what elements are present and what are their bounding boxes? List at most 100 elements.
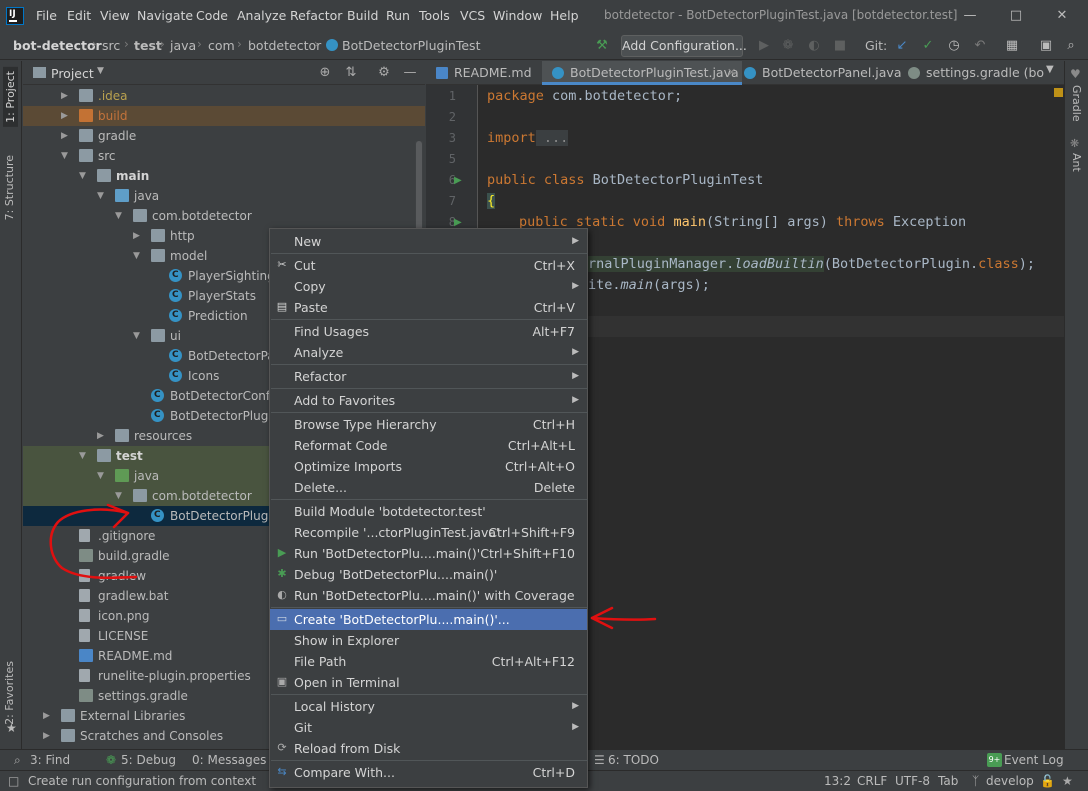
tree-item[interactable]: ▼ main xyxy=(23,166,425,186)
gear-icon[interactable]: ⚙ xyxy=(375,64,393,82)
breadcrumb-com[interactable]: com xyxy=(208,38,235,53)
chevron-down-icon[interactable]: ▼ xyxy=(61,146,68,166)
project-view-selector[interactable]: Project xyxy=(51,66,94,81)
breadcrumb-project[interactable]: bot-detector xyxy=(13,38,102,53)
tab-botdetectorpanel[interactable]: BotDetectorPanel.java xyxy=(734,61,901,85)
menu-item-run-botdetectorplu-main[interactable]: ▶ Run 'BotDetectorPlu....main()' Ctrl+Shif… xyxy=(270,543,587,564)
warning-marker-icon[interactable] xyxy=(1054,88,1063,97)
project-structure-icon[interactable]: ▦ xyxy=(1003,37,1021,55)
menu-item-build-module-botdetector-test[interactable]: Build Module 'botdetector.test' xyxy=(270,501,587,522)
indent-setting[interactable]: Tab xyxy=(938,774,958,788)
tool-window-ant-tab[interactable]: Ant xyxy=(1070,153,1083,172)
maximize-icon[interactable]: □ xyxy=(1001,4,1031,28)
tool-debug-tab[interactable]: 5: Debug xyxy=(121,753,176,767)
menu-item-run-botdetectorplu-main-with-coverage[interactable]: ◐ Run 'BotDetectorPlu....main()' with Cov… xyxy=(270,585,587,606)
menu-help[interactable]: Help xyxy=(550,8,579,23)
tree-item[interactable]: ▶ build xyxy=(23,106,425,126)
menu-item-add-to-favorites[interactable]: Add to Favorites ▶ xyxy=(270,390,587,411)
menu-item-reformat-code[interactable]: Reformat Code Ctrl+Alt+L xyxy=(270,435,587,456)
menu-navigate[interactable]: Navigate xyxy=(137,8,193,23)
git-update-icon[interactable]: ↙ xyxy=(893,37,911,55)
menu-item-analyze[interactable]: Analyze ▶ xyxy=(270,342,587,363)
menu-item-local-history[interactable]: Local History ▶ xyxy=(270,696,587,717)
menu-item-git[interactable]: Git ▶ xyxy=(270,717,587,738)
file-encoding[interactable]: UTF-8 xyxy=(895,774,930,788)
menu-item-show-in-explorer[interactable]: Show in Explorer xyxy=(270,630,587,651)
menu-item-copy[interactable]: Copy ▶ xyxy=(270,276,587,297)
menu-analyze[interactable]: Analyze xyxy=(237,8,286,23)
tool-window-gradle-tab[interactable]: Gradle xyxy=(1070,85,1083,122)
chevron-down-icon[interactable]: ▼ xyxy=(79,166,86,186)
git-history-icon[interactable]: ◷ xyxy=(945,37,963,55)
menu-item-new[interactable]: New ▶ xyxy=(270,231,587,252)
tree-item[interactable]: ▼ com.botdetector xyxy=(23,206,425,226)
menu-view[interactable]: View xyxy=(100,8,130,23)
notifications-icon[interactable]: ★ xyxy=(1062,774,1073,788)
menu-item-optimize-imports[interactable]: Optimize Imports Ctrl+Alt+O xyxy=(270,456,587,477)
menu-item-find-usages[interactable]: Find Usages Alt+F7 xyxy=(270,321,587,342)
minimize-icon[interactable]: — xyxy=(955,4,985,28)
chevron-right-icon[interactable]: ▶ xyxy=(43,726,50,746)
chevron-right-icon[interactable]: ▶ xyxy=(61,126,68,146)
tab-readme[interactable]: README.md xyxy=(426,61,542,85)
chevron-right-icon[interactable]: ▶ xyxy=(133,226,140,246)
tool-messages-tab[interactable]: 0: Messages xyxy=(192,753,266,767)
chevron-down-icon[interactable]: ▼ xyxy=(97,186,104,206)
caret-position[interactable]: 13:2 xyxy=(824,774,851,788)
chevron-down-icon[interactable]: ▼ xyxy=(133,326,140,346)
tool-window-structure-tab[interactable]: 7: Structure xyxy=(3,155,16,220)
tree-item[interactable]: ▶ gradle xyxy=(23,126,425,146)
run-icon[interactable]: ▶ xyxy=(755,37,773,55)
hammer-icon[interactable]: ⚒ xyxy=(593,37,611,55)
menu-item-file-path[interactable]: File Path Ctrl+Alt+F12 xyxy=(270,651,587,672)
lock-icon[interactable]: 🔓 xyxy=(1040,774,1055,788)
tool-window-project-tab[interactable]: 1: Project xyxy=(3,67,18,127)
chevron-down-icon[interactable]: ▼ xyxy=(1046,64,1054,75)
hide-icon[interactable]: — xyxy=(401,64,419,82)
menu-file[interactable]: File xyxy=(36,8,57,23)
chevron-down-icon[interactable]: ▼ xyxy=(97,66,104,76)
git-rollback-icon[interactable]: ↶ xyxy=(971,37,989,55)
git-commit-icon[interactable]: ✓ xyxy=(919,37,937,55)
collapse-all-icon[interactable]: ⇅ xyxy=(342,64,360,82)
tab-botdetectorplugintest[interactable]: BotDetectorPluginTest.java ✕ xyxy=(542,61,742,85)
search-everywhere-icon[interactable]: ⌕ xyxy=(1062,37,1080,55)
menu-item-recompile-ctorplugintest-java[interactable]: Recompile '...ctorPluginTest.java' Ctrl+S… xyxy=(270,522,587,543)
menu-item-paste[interactable]: ▤ Paste Ctrl+V xyxy=(270,297,587,318)
chevron-down-icon[interactable]: ▼ xyxy=(115,206,122,226)
menu-item-refactor[interactable]: Refactor ▶ xyxy=(270,366,587,387)
tool-find-tab[interactable]: 3: Find xyxy=(30,753,70,767)
breadcrumb-class[interactable]: BotDetectorPluginTest xyxy=(342,38,480,53)
breadcrumb-test[interactable]: test xyxy=(134,38,162,53)
tool-todo-tab[interactable]: 6: TODO xyxy=(608,753,659,767)
menu-item-cut[interactable]: ✂ Cut Ctrl+X xyxy=(270,255,587,276)
chevron-down-icon[interactable]: ▼ xyxy=(97,466,104,486)
menu-item-create-botdetectorplu-main[interactable]: ▭ Create 'BotDetectorPlu....main()'... xyxy=(270,609,587,630)
menu-refactor[interactable]: Refactor xyxy=(290,8,342,23)
stop-icon[interactable]: ■ xyxy=(831,37,849,55)
menu-code[interactable]: Code xyxy=(196,8,228,23)
menu-build[interactable]: Build xyxy=(347,8,378,23)
tree-item[interactable]: ▼ src xyxy=(23,146,425,166)
chevron-right-icon[interactable]: ▶ xyxy=(43,706,50,726)
menu-item-delete[interactable]: Delete... Delete xyxy=(270,477,587,498)
tab-settings-gradle[interactable]: settings.gradle (botd xyxy=(898,61,1044,85)
add-configuration-button[interactable]: Add Configuration... xyxy=(621,35,747,57)
menu-vcs[interactable]: VCS xyxy=(460,8,485,23)
breadcrumb-java[interactable]: java xyxy=(170,38,196,53)
git-branch[interactable]: develop xyxy=(986,774,1034,788)
menu-edit[interactable]: Edit xyxy=(67,8,91,23)
debug-icon[interactable]: ❁ xyxy=(779,37,797,55)
menu-item-browse-type-hierarchy[interactable]: Browse Type Hierarchy Ctrl+H xyxy=(270,414,587,435)
locate-icon[interactable]: ⊕ xyxy=(316,64,334,82)
breadcrumb-src[interactable]: src xyxy=(102,38,120,53)
chevron-down-icon[interactable]: ▼ xyxy=(115,486,122,506)
chevron-right-icon[interactable]: ▶ xyxy=(97,426,104,446)
menu-item-reload-from-disk[interactable]: ⟳ Reload from Disk xyxy=(270,738,587,759)
tool-event-log-tab[interactable]: Event Log xyxy=(1004,753,1064,767)
menu-item-compare-with[interactable]: ⇆ Compare With... Ctrl+D xyxy=(270,762,587,783)
menu-item-open-in-terminal[interactable]: ▣ Open in Terminal xyxy=(270,672,587,693)
menu-window[interactable]: Window xyxy=(493,8,542,23)
run-gutter-icon[interactable]: ▶ xyxy=(454,217,462,228)
coverage-icon[interactable]: ◐ xyxy=(805,37,823,55)
